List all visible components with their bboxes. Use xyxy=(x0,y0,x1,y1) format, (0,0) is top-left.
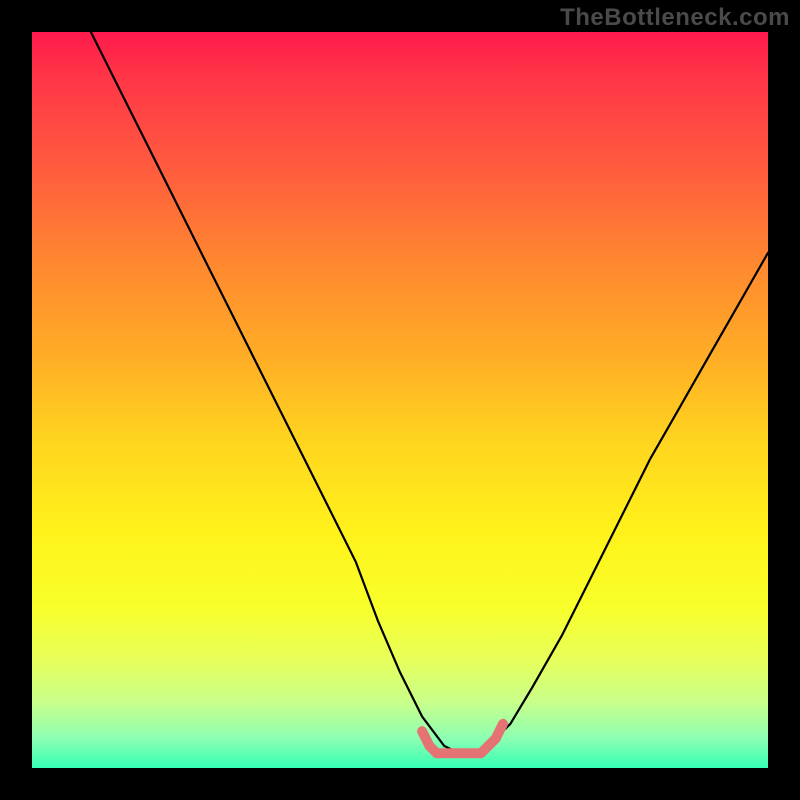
plot-area xyxy=(32,32,768,768)
watermark-text: TheBottleneck.com xyxy=(560,4,790,32)
bottleneck-curve xyxy=(91,32,768,753)
curve-layer xyxy=(32,32,768,768)
chart-frame: TheBottleneck.com xyxy=(0,0,800,800)
optimal-zone-marker xyxy=(422,724,503,754)
